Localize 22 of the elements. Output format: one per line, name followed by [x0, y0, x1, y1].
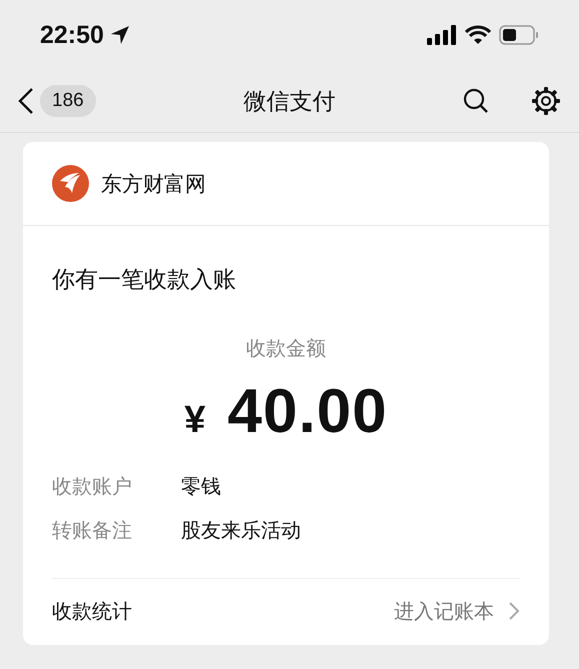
detail-label: 转账备注	[52, 517, 133, 544]
merchant-name: 东方财富网	[101, 170, 206, 198]
location-arrow-icon	[110, 25, 130, 45]
status-time: 22:50	[40, 20, 104, 50]
amount-label: 收款金额	[245, 335, 327, 362]
settings-icon[interactable]	[531, 86, 561, 116]
detail-value: 股友来乐活动	[181, 517, 301, 544]
search-icon[interactable]	[463, 88, 489, 114]
amount-value: 40.00	[227, 376, 388, 447]
detail-value: 零钱	[181, 473, 221, 500]
signal-icon	[427, 25, 457, 45]
detail-label: 收款账户	[52, 473, 133, 500]
notice-heading: 你有一笔收款入账	[52, 266, 237, 295]
currency-symbol: ¥	[184, 399, 206, 442]
merchant-logo-icon	[52, 165, 89, 202]
page-title: 微信支付	[244, 88, 336, 116]
ledger-link[interactable]: 进入记账本	[394, 598, 494, 624]
back-chevron-icon[interactable]	[18, 88, 34, 114]
wifi-icon	[465, 25, 491, 45]
battery-icon	[499, 25, 539, 45]
stats-label: 收款统计	[52, 598, 132, 624]
unread-count-badge[interactable]: 186	[40, 85, 96, 117]
